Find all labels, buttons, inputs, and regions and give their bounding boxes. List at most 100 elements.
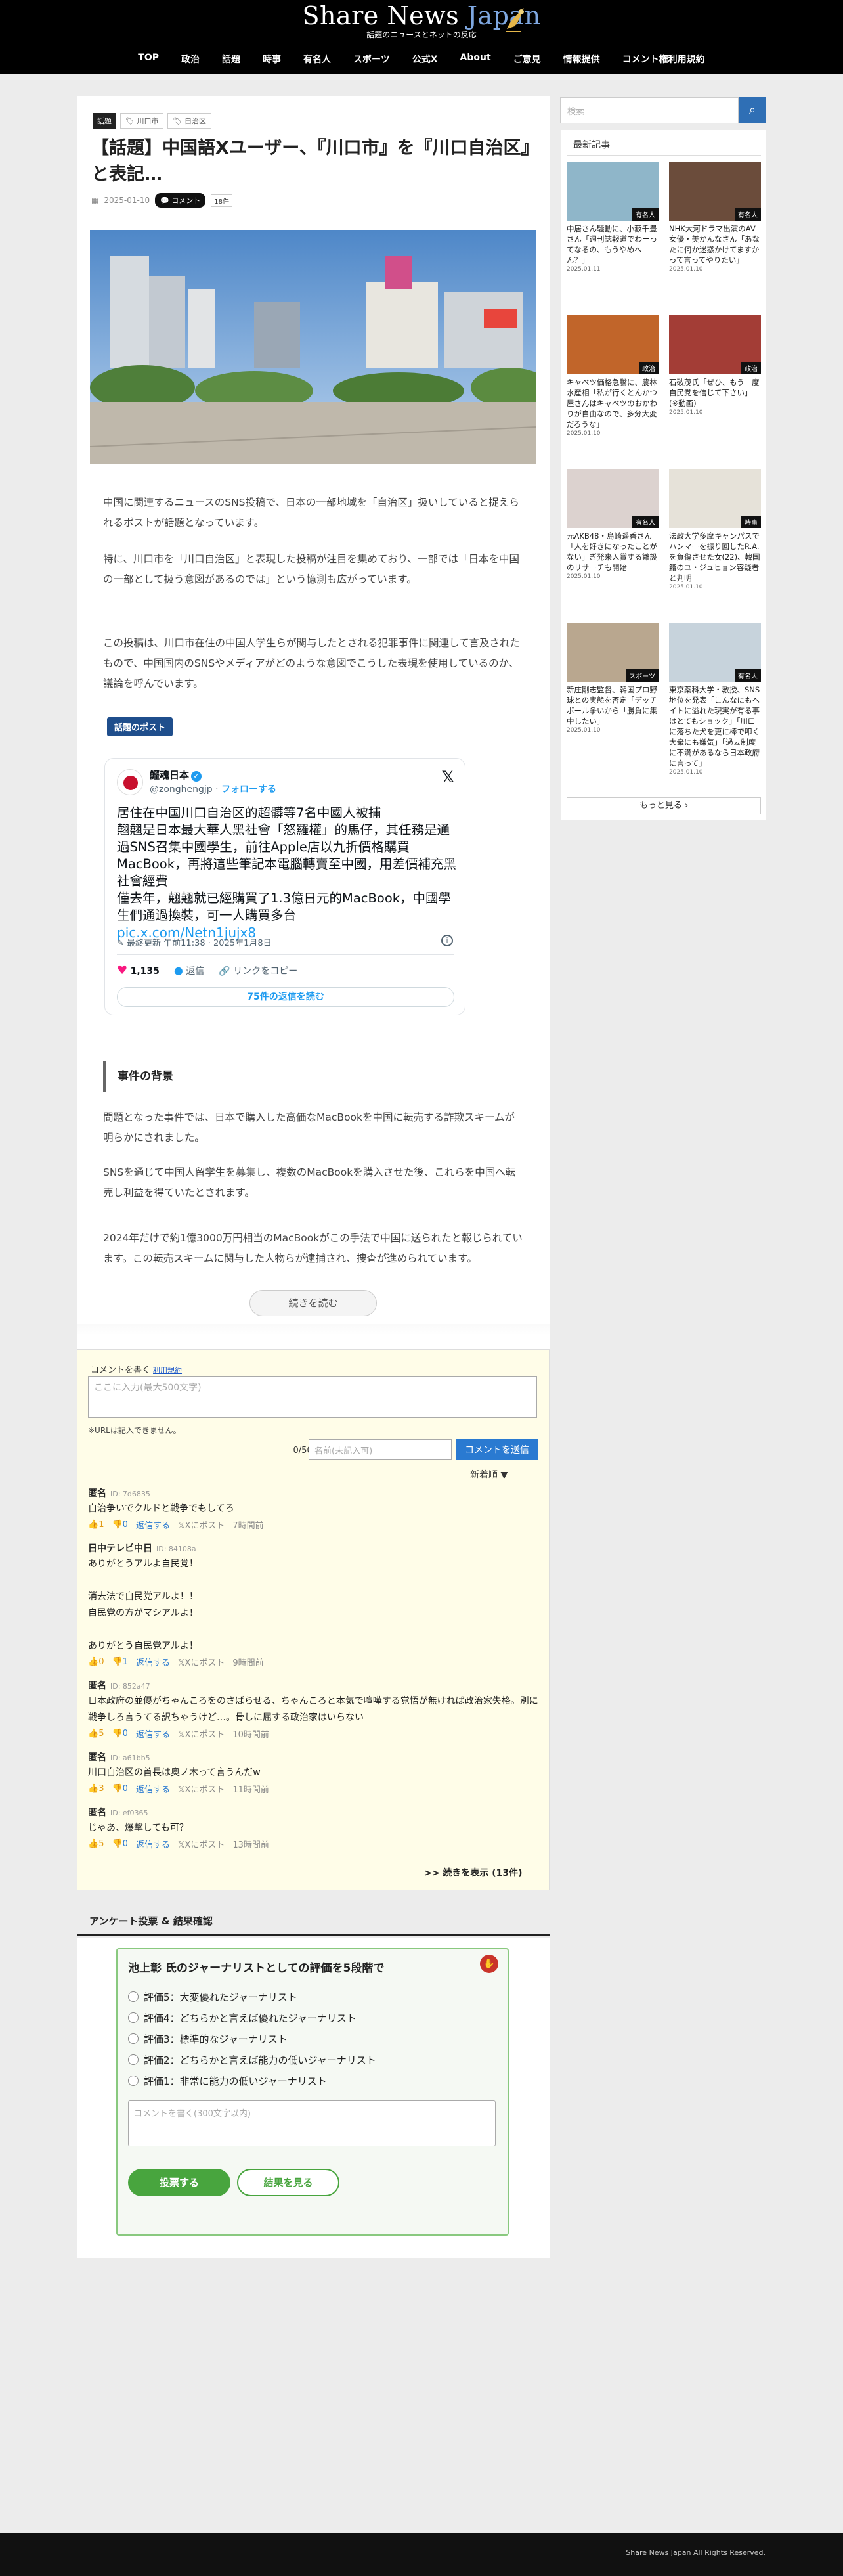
x-logo-icon[interactable]: 𝕏 [442,768,454,786]
radio-button[interactable] [128,2012,139,2023]
recent-article[interactable]: 有名人 中居さん騒動に、小藪千豊さん「週刊誌報道でわーってなるの、もうやめへん？」… [567,162,659,315]
submit-comment-button[interactable]: コメントを送信 [456,1439,538,1460]
nav-item-celebrity[interactable]: 有名人 [292,47,342,71]
radio-button[interactable] [128,2054,139,2065]
reply-link[interactable]: 返信する [136,1838,170,1850]
search-input[interactable]: 検索 [560,97,739,123]
nav-item-top[interactable]: TOP [127,47,170,71]
reply-link[interactable]: 返信する [136,1519,170,1531]
recent-article-title[interactable]: 法政大学多摩キャンパスでハンマーを振り回したR.A.を負傷させた女(22)、韓国… [669,531,761,583]
article-thumbnail[interactable]: 有名人 [669,162,761,221]
nav-item-official-x[interactable]: 公式X [401,47,449,71]
upvote-button[interactable]: 👍0 [88,1657,104,1667]
recent-article[interactable]: 有名人 元AKB48・島崎遥香さん「人を好きになったことがない」ぎ発来入賞する雛設… [567,469,659,623]
poll-option[interactable]: 評価3：標準的なジャーナリスト [128,2028,376,2049]
recent-article-title[interactable]: 石破茂氏「ぜひ、もう一度自民党を信じて下さい」(※動画) [669,377,761,409]
site-logo[interactable]: Share News Japan 話題のニュースとネットの反応 [0,1,843,40]
reply-button[interactable]: ● 返信 [174,964,204,977]
poll-option[interactable]: 評価2：どちらかと言えば能力の低いジャーナリスト [128,2049,376,2070]
upvote-button[interactable]: 👍5 [88,1729,104,1739]
recent-article[interactable]: 有名人東京薬科大学・教授、SNS地位を発表「こんなにもヘイトに溢れた現実が有る事… [669,623,761,776]
tag-link[interactable]: 🏷 自治区 [167,113,211,129]
upvote-button[interactable]: 👍1 [88,1520,104,1530]
tweet-avatar[interactable] [117,769,143,795]
embedded-tweet[interactable]: 鰹魂日本 ✓ @zonghengjp · フォローする 𝕏 居住在中国川口自治区的… [104,758,465,1015]
comment-badge[interactable]: 💬 コメント [155,193,206,208]
tweet-timestamp[interactable]: ✎ 最終更新 午前11:38 · 2025年1月8日 [117,936,272,948]
x-post-link[interactable]: 𝕏Xにポスト [178,1838,225,1850]
article-thumbnail[interactable]: 有名人 [567,162,659,221]
article-thumbnail[interactable]: スポーツ [567,623,659,682]
nav-item-topics[interactable]: 話題 [211,47,251,71]
nav-item-sports[interactable]: スポーツ [342,47,401,71]
category-badge[interactable]: 話題 [93,113,116,129]
x-post-link[interactable]: 𝕏Xにポスト [178,1656,225,1668]
nav-item-comment-terms[interactable]: コメント権利用規約 [611,47,716,71]
nav-item-politics[interactable]: 政治 [170,47,211,71]
recent-article-title[interactable]: 中居さん騒動に、小藪千豊さん「週刊誌報道でわーってなるの、もうやめへん？」 [567,223,659,265]
comment-item: 匿名 ID: 7d6835 自治争いでクルドと戦争でもしてろ 👍1 👎0 返信する 𝕏X… [88,1486,541,1531]
read-more-button[interactable]: 続きを読む [249,1290,377,1316]
downvote-button[interactable]: 👎0 [112,1784,127,1794]
terms-link[interactable]: 利用規約 [153,1366,182,1375]
article-thumbnail[interactable]: 有名人 [669,623,761,682]
sort-dropdown[interactable]: 新着順 ▼ [470,1468,508,1481]
poll-comment-textarea[interactable]: コメントを書く(300文字以内) [128,2100,496,2146]
x-post-link[interactable]: 𝕏Xにポスト [178,1783,225,1795]
reply-link[interactable]: 返信する [136,1727,170,1740]
nav-item-about[interactable]: About [449,47,502,71]
article-thumbnail[interactable]: 時事 [669,469,761,528]
view-results-button[interactable]: 結果を見る [237,2169,339,2196]
see-more-button[interactable]: もっと見る › [567,797,761,814]
recent-article-title[interactable]: キャベツ価格急騰に、農林水産相「私が行くとんかつ屋さんはキャベツのおかわりが自由… [567,377,659,430]
name-input[interactable]: 名前(未記入可) [309,1439,452,1460]
recent-article-title[interactable]: 元AKB48・島崎遥香さん「人を好きになったことがない」ぎ発来入賞する雛設のリサ… [567,531,659,573]
radio-button[interactable] [128,2033,139,2044]
category-badge: 有名人 [735,669,761,682]
like-button[interactable]: ♥ 1,135 [117,964,160,977]
radio-button[interactable] [128,2076,139,2086]
poll-logo-icon: ✋ [480,1955,498,1973]
recent-article[interactable]: 時事 法政大学多摩キャンパスでハンマーを振り回したR.A.を負傷させた女(22)、… [669,469,761,623]
comment-item: 匿名 ID: ef0365 じゃあ、爆撃しても可？ 👍5 👎0 返信する 𝕏Xにポスト 1… [88,1806,541,1850]
read-replies-button[interactable]: 75件の返信を読む [117,987,454,1007]
search-button[interactable]: ⌕ [739,97,766,123]
copy-link-button[interactable]: 🔗 リンクをコピー [219,964,297,977]
info-icon[interactable]: i [441,935,453,946]
poll-option[interactable]: 評価5：大変優れたジャーナリスト [128,1986,376,2007]
tag-link[interactable]: 🏷 川口市 [120,113,164,129]
recent-article[interactable]: 有名人 NHK大河ドラマ出演のAV女優・美かんなさん「あなたに何か迷惑かけてますか… [669,162,761,315]
upvote-button[interactable]: 👍5 [88,1839,104,1849]
x-post-link[interactable]: 𝕏Xにポスト [178,1727,225,1740]
recent-article-title[interactable]: NHK大河ドラマ出演のAV女優・美かんなさん「あなたに何か迷惑かけてますかって言… [669,223,761,265]
vote-button[interactable]: 投票する [128,2169,230,2196]
chevron-right-icon: › [684,801,689,811]
comment-body: 川口自治区の首長は奥ノ木って言うんだw [88,1767,261,1778]
nav-item-tips[interactable]: 情報提供 [552,47,611,71]
nav-item-current[interactable]: 時事 [251,47,292,71]
recent-article-title[interactable]: 東京薬科大学・教授、SNS地位を発表「こんなにもヘイトに溢れた現実が有る事はとて… [669,684,761,768]
upvote-button[interactable]: 👍3 [88,1784,104,1794]
poll-option[interactable]: 評価4：どちらかと言えば優れたジャーナリスト [128,2007,376,2028]
article-thumbnail[interactable]: 有名人 [567,469,659,528]
reply-link[interactable]: 返信する [136,1783,170,1795]
follow-link[interactable]: フォローする [221,784,276,795]
nav-item-feedback[interactable]: ご意見 [502,47,552,71]
recent-article[interactable]: 政治 キャベツ価格急騰に、農林水産相「私が行くとんかつ屋さんはキャベツのおかわりが… [567,315,659,469]
x-post-link[interactable]: 𝕏Xにポスト [178,1519,225,1531]
comment-textarea[interactable]: ここに入力(最大500文字) [88,1376,537,1418]
reply-link[interactable]: 返信する [136,1656,170,1668]
radio-button[interactable] [128,1991,139,2002]
downvote-button[interactable]: 👎0 [112,1520,127,1530]
downvote-button[interactable]: 👎0 [112,1839,127,1849]
recent-article[interactable]: 政治 石破茂氏「ぜひ、もう一度自民党を信じて下さい」(※動画) 2025.01.10 [669,315,761,469]
poll-option[interactable]: 評価1：非常に能力の低いジャーナリスト [128,2070,376,2091]
recent-article[interactable]: スポーツ 新庄剛志監督、韓国プロ野球との実態を否定「デッチボール争いから「勝負に集… [567,623,659,776]
show-more-comments-link[interactable]: >> 続きを表示 (13件) [424,1866,523,1879]
downvote-button[interactable]: 👎1 [112,1657,127,1667]
article-thumbnail[interactable]: 政治 [669,315,761,374]
tweet-author-name[interactable]: 鰹魂日本 ✓ [150,768,202,782]
downvote-button[interactable]: 👎0 [112,1729,127,1739]
article-thumbnail[interactable]: 政治 [567,315,659,374]
recent-article-title[interactable]: 新庄剛志監督、韓国プロ野球との実態を否定「デッチボール争いから「勝負に集中したい… [567,684,659,726]
